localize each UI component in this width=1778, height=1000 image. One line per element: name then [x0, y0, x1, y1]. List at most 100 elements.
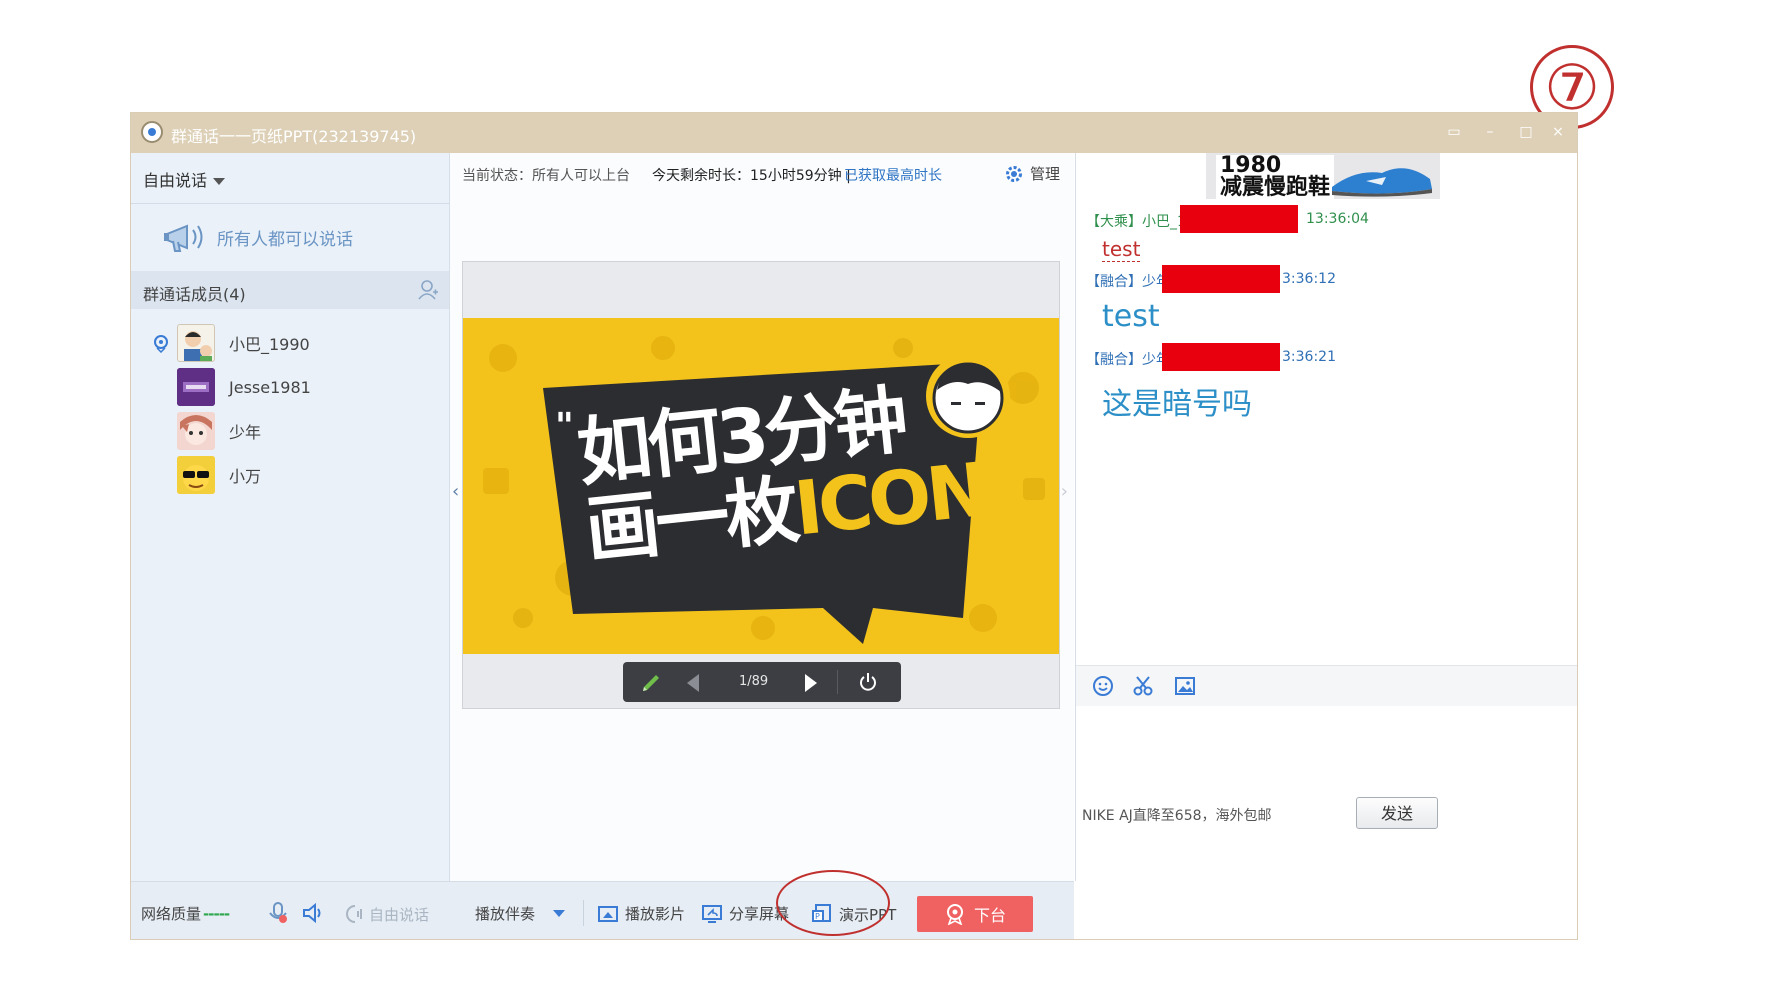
redaction-box	[1162, 265, 1280, 293]
video-icon	[598, 905, 618, 922]
next-slide-icon[interactable]	[801, 672, 821, 694]
free-talk-button[interactable]: 自由说话	[341, 903, 429, 925]
pen-icon[interactable]	[639, 671, 663, 695]
restore-icon[interactable]: ▭	[1441, 121, 1467, 143]
free-talk-icon	[346, 905, 362, 923]
chat-panel: 1980 减震慢跑鞋 【大乘】小巴_1 13:36:04 test 【融合】少年…	[1075, 153, 1577, 881]
collapse-left-icon[interactable]: ‹	[452, 481, 459, 502]
title-bar: 群通话一一页纸PPT(232139745) ▭ – □ ×	[131, 113, 1577, 153]
leave-stage-icon	[946, 904, 963, 925]
chat-message-header: 【融合】少年	[1086, 349, 1170, 369]
shoe-image	[1332, 168, 1432, 197]
accompany-label: 播放伴奏	[475, 905, 536, 923]
presentation-panel: 当前状态：所有人可以上台 今天剩余时长：15小时59分钟 | 已获取最高时长 管…	[450, 153, 1074, 881]
avatar	[177, 412, 215, 450]
chat-message-header: 【大乘】小巴_1	[1086, 211, 1186, 231]
share-screen-icon	[702, 904, 722, 923]
ppt-controls: 1/89	[623, 662, 901, 702]
current-status: 当前状态：所有人可以上台	[462, 168, 630, 184]
member-item[interactable]: 小巴_1990	[131, 321, 449, 365]
chat-message-header: 【融合】少年	[1086, 271, 1170, 291]
manage-label: 管理	[1029, 165, 1060, 183]
remaining-time: 今天剩余时长：15小时59分钟 |	[652, 168, 851, 184]
speaker-icon[interactable]	[301, 901, 323, 925]
microphone-icon[interactable]	[267, 901, 289, 925]
max-duration-link[interactable]: 已获取最高时长	[844, 165, 942, 185]
slide-image: " 如何3分钟 画一枚ICON	[463, 318, 1059, 654]
message-tag: 【融合】	[1086, 274, 1142, 290]
send-button[interactable]: 发送	[1356, 797, 1438, 829]
chat-toolbar	[1076, 665, 1577, 706]
member-name: 少年	[229, 423, 262, 442]
ad-banner-text: 1980 减震慢跑鞋	[1216, 155, 1335, 199]
member-item[interactable]: Jesse1981	[131, 365, 449, 409]
network-quality-label: 网络质量	[141, 905, 202, 923]
avatar	[177, 368, 215, 406]
previous-slide-icon[interactable]	[683, 672, 703, 694]
speak-all-row[interactable]: 所有人都可以说话	[161, 219, 353, 255]
highlight-ring	[776, 870, 890, 936]
message-body: test	[1102, 237, 1141, 262]
group-call-window: 群通话一一页纸PPT(232139745) ▭ – □ × 自由说话 所有人都可…	[130, 112, 1578, 940]
member-name: Jesse1981	[229, 377, 311, 397]
ad-link[interactable]: NIKE AJ直降至658，海外包邮	[1082, 805, 1272, 825]
network-quality: 网络质量 -----	[141, 903, 230, 924]
redaction-box	[1162, 343, 1280, 371]
scissors-icon[interactable]	[1132, 675, 1154, 697]
accompany-dropdown[interactable]: 播放伴奏	[475, 903, 566, 924]
image-icon[interactable]	[1174, 675, 1196, 697]
member-name: 小万	[229, 467, 262, 486]
member-item[interactable]: 小万	[131, 453, 449, 497]
member-name: 小巴_1990	[229, 335, 310, 354]
message-time: 3:36:21	[1282, 349, 1336, 365]
emoji-icon[interactable]	[1092, 675, 1114, 697]
chevron-down-icon	[553, 910, 566, 917]
app-logo-icon	[141, 121, 163, 143]
megaphone-icon	[164, 224, 203, 252]
speaking-indicator-icon	[154, 335, 168, 353]
chat-input[interactable]	[1076, 705, 1577, 881]
gear-icon	[1005, 165, 1022, 182]
free-talk-label: 自由说话	[369, 905, 430, 924]
minimize-icon[interactable]: –	[1477, 121, 1503, 143]
play-video-button[interactable]: 播放影片	[597, 903, 685, 924]
members-header: 群通话成员(4)	[131, 271, 449, 309]
divider	[837, 670, 838, 694]
collapse-right-icon[interactable]: ›	[1061, 481, 1068, 502]
member-item[interactable]: 少年	[131, 409, 449, 453]
leave-stage-label: 下台	[973, 906, 1006, 925]
message-body: test	[1102, 299, 1160, 334]
divider	[583, 900, 584, 926]
talk-mode-dropdown[interactable]: 自由说话	[143, 167, 226, 191]
message-body: 这是暗号吗	[1102, 387, 1252, 422]
talk-mode-label: 自由说话	[143, 171, 208, 190]
close-icon[interactable]: ×	[1545, 121, 1571, 143]
power-icon[interactable]	[857, 671, 879, 693]
leave-stage-button[interactable]: 下台	[917, 896, 1033, 932]
svg-text:": "	[555, 406, 574, 447]
members-count-label: 群通话成员(4)	[143, 285, 246, 304]
status-placeholder	[151, 421, 171, 441]
bottom-toolbar: 网络质量 ----- 自由说话 播放伴奏 播放影片 分享屏幕 P 演示PPT 下…	[131, 881, 1074, 939]
avatar	[177, 324, 215, 362]
speak-all-label: 所有人都可以说话	[217, 229, 353, 250]
avatar	[177, 456, 215, 494]
status-placeholder	[151, 377, 171, 397]
network-signal: -----	[203, 904, 230, 923]
add-member-icon[interactable]	[417, 279, 439, 301]
status-placeholder	[151, 465, 171, 485]
ad-banner[interactable]: 1980 减震慢跑鞋	[1206, 153, 1440, 199]
maximize-icon[interactable]: □	[1513, 121, 1539, 143]
message-time: 3:36:12	[1282, 271, 1336, 287]
manage-button[interactable]: 管理	[1004, 163, 1060, 184]
chevron-down-icon	[213, 178, 226, 185]
status-bar: 当前状态：所有人可以上台 今天剩余时长：15小时59分钟 | 已获取最高时长 管…	[450, 153, 1074, 193]
window-title: 群通话一一页纸PPT(232139745)	[171, 127, 417, 146]
page-counter: 1/89	[739, 674, 769, 689]
message-tag: 【大乘】	[1086, 214, 1142, 230]
slide-viewer: " 如何3分钟 画一枚ICON 1/89	[462, 261, 1060, 709]
message-tag: 【融合】	[1086, 352, 1142, 368]
message-time: 13:36:04	[1306, 211, 1369, 227]
divider	[131, 203, 449, 204]
redaction-box	[1180, 205, 1298, 233]
